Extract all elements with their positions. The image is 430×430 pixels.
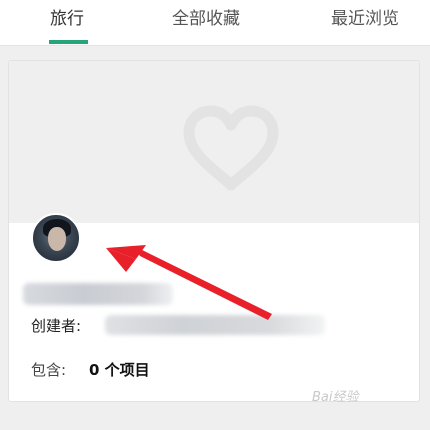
annotation-arrow <box>106 245 272 320</box>
watermark: Bai经验 <box>312 390 359 405</box>
arrow-shaft <box>134 246 272 320</box>
